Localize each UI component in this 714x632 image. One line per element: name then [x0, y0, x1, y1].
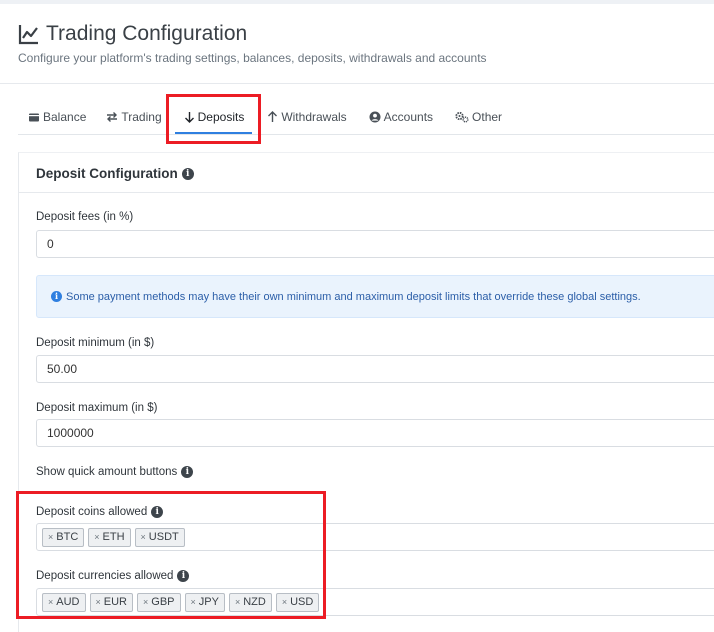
- page-title: Trading Configuration: [46, 22, 248, 45]
- tab-label: Accounts: [383, 110, 434, 124]
- tab-withdrawals[interactable]: Withdrawals: [254, 100, 356, 134]
- tab-label: Trading: [121, 110, 162, 124]
- user-circle-icon: [369, 111, 381, 123]
- arrow-up-icon: [268, 111, 278, 122]
- line-chart-icon: [18, 25, 38, 45]
- deposit-fees-label: Deposit fees (in %): [36, 211, 134, 223]
- highlight-box-deposits-tab: [166, 94, 261, 144]
- highlight-box-allowed-lists: [16, 491, 326, 619]
- page-subtitle: Configure your platform's trading settin…: [18, 51, 487, 65]
- deposit-minimum-input[interactable]: 50.00: [36, 355, 714, 383]
- wallet-icon: [29, 113, 39, 122]
- deposit-maximum-input[interactable]: 1000000: [36, 419, 714, 447]
- gears-icon: [455, 111, 469, 123]
- tab-trading[interactable]: Trading: [96, 100, 171, 134]
- deposit-maximum-label: Deposit maximum (in $): [36, 402, 158, 414]
- tab-label: Balance: [43, 110, 87, 124]
- card-header: Deposit Configuration i: [19, 153, 714, 193]
- header-divider: [0, 83, 714, 84]
- card-title: Deposit Configuration i: [36, 166, 194, 181]
- tab-accounts[interactable]: Accounts: [357, 100, 443, 134]
- quick-amount-label: Show quick amount buttons i: [36, 466, 194, 478]
- deposit-fees-input[interactable]: 0: [36, 230, 714, 258]
- page-header: Trading Configuration: [18, 22, 247, 46]
- info-icon[interactable]: i: [181, 167, 194, 180]
- card-title-text: Deposit Configuration: [36, 166, 178, 181]
- tab-bar: Balance Trading Deposits Withdrawals Acc…: [18, 100, 714, 135]
- info-icon[interactable]: i: [181, 466, 194, 478]
- alert-text: Some payment methods may have their own …: [66, 290, 641, 303]
- info-circle-icon: i: [51, 291, 62, 302]
- quick-amount-text: Show quick amount buttons: [36, 466, 178, 478]
- deposit-minimum-label: Deposit minimum (in $): [36, 337, 155, 349]
- tab-other[interactable]: Other: [443, 100, 512, 134]
- exchange-arrows-icon: [107, 112, 118, 122]
- info-alert: i Some payment methods may have their ow…: [36, 275, 714, 318]
- tab-label: Withdrawals: [281, 110, 347, 124]
- top-strip: [0, 0, 714, 4]
- tab-label: Other: [472, 110, 503, 124]
- tab-balance[interactable]: Balance: [18, 100, 96, 134]
